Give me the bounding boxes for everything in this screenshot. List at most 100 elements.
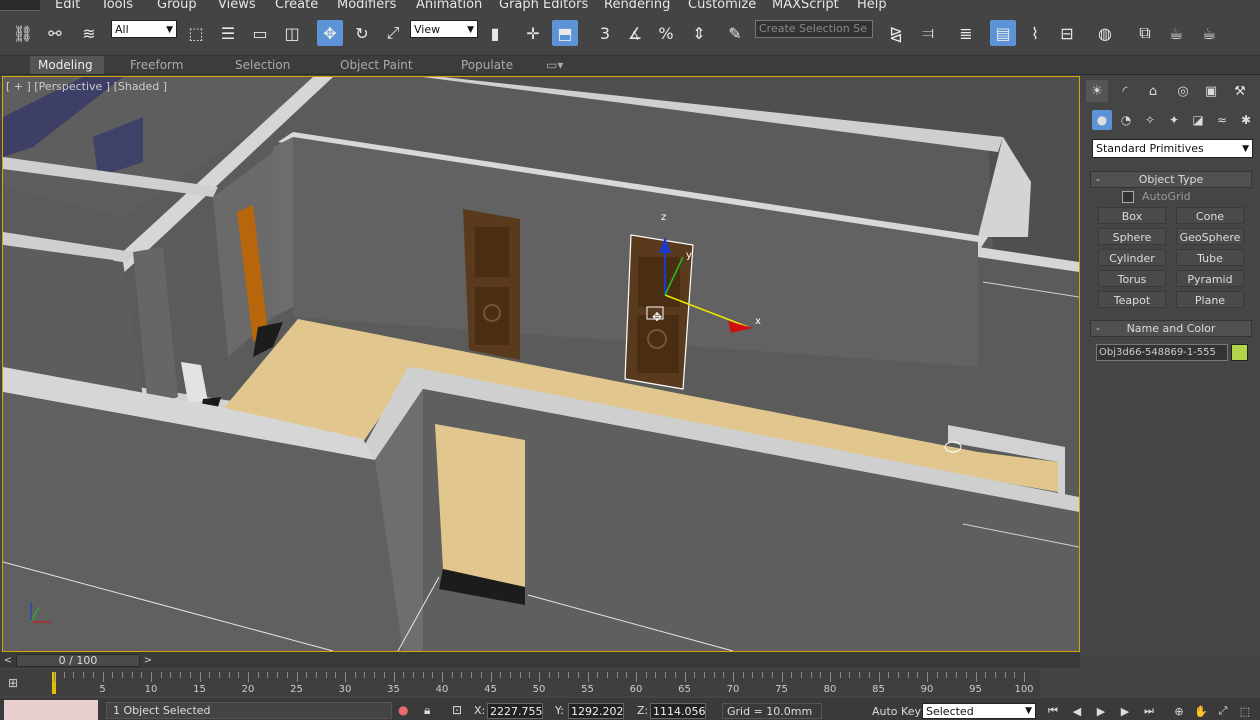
utilities-tab-icon[interactable]: ⚒ — [1229, 80, 1251, 102]
z-coordinate-field[interactable]: 1114.056m — [650, 703, 706, 719]
helpers-icon[interactable]: ◪ — [1188, 110, 1208, 130]
maxscript-listener[interactable] — [4, 700, 98, 720]
zoom-extents-icon[interactable]: ⤢ — [1214, 703, 1232, 719]
modify-tab-icon[interactable]: ◜ — [1114, 80, 1136, 102]
pan-icon[interactable]: ✋ — [1192, 703, 1210, 719]
snaps-toggle-icon[interactable]: 3 — [592, 20, 618, 46]
tab-object-paint[interactable]: Object Paint — [332, 56, 421, 74]
box-button[interactable]: Box — [1098, 207, 1166, 224]
object-name-field[interactable]: Obj3d66-548869-1-555 — [1096, 344, 1228, 361]
schematic-view-icon[interactable]: ⊟ — [1054, 20, 1080, 46]
auto-key-button[interactable]: Auto Key — [872, 705, 921, 718]
menu-animation[interactable]: Animation — [416, 0, 482, 12]
shapes-icon[interactable]: ◔ — [1116, 110, 1136, 130]
tab-freeform[interactable]: Freeform — [122, 56, 191, 74]
curve-editor-icon[interactable]: ⌇ — [1022, 20, 1048, 46]
geometry-icon[interactable]: ● — [1092, 110, 1112, 130]
mirror-icon[interactable]: ⧎ — [883, 20, 909, 46]
render-production-icon[interactable]: ☕ — [1196, 20, 1222, 46]
maximize-viewport-icon[interactable]: ⬚ — [1236, 703, 1254, 719]
x-coordinate-field[interactable]: 2227.755m — [487, 703, 543, 719]
keyboard-shortcut-override-icon[interactable]: ⬒ — [552, 20, 578, 46]
menu-customize[interactable]: Customize — [688, 0, 756, 12]
key-filter-dropdown[interactable]: Selected ▼ — [922, 703, 1036, 719]
play-icon[interactable]: ▶ — [1092, 703, 1110, 719]
render-setup-icon[interactable]: ⧉ — [1132, 20, 1158, 46]
menu-graph-editors[interactable]: Graph Editors — [499, 0, 588, 12]
spinner-snap-icon[interactable]: ⇕ — [686, 20, 712, 46]
select-and-manipulate-icon[interactable]: ✛ — [520, 20, 546, 46]
menu-tools[interactable]: Tools — [101, 0, 133, 12]
teapot-button[interactable]: Teapot — [1098, 291, 1166, 308]
menu-group[interactable]: Group — [157, 0, 197, 12]
hierarchy-tab-icon[interactable]: ⌂ — [1142, 80, 1164, 102]
object-color-swatch[interactable] — [1231, 344, 1248, 361]
motion-tab-icon[interactable]: ◎ — [1172, 80, 1194, 102]
cylinder-button[interactable]: Cylinder — [1098, 249, 1166, 266]
menu-rendering[interactable]: Rendering — [604, 0, 670, 12]
bind-space-warp-icon[interactable]: ≋ — [76, 20, 102, 46]
select-object-icon[interactable]: ⬚ — [183, 20, 209, 46]
create-tab-icon[interactable]: ☀ — [1086, 80, 1108, 102]
unlink-icon[interactable]: ⚯ — [42, 20, 68, 46]
display-tab-icon[interactable]: ▣ — [1200, 80, 1222, 102]
selection-lock-icon[interactable]: 🔒︎ — [424, 703, 430, 718]
absolute-mode-icon[interactable]: ⊡ — [452, 703, 462, 717]
select-and-rotate-icon[interactable]: ↻ — [349, 20, 375, 46]
time-slider-prev-button[interactable]: < — [2, 654, 14, 667]
y-coordinate-field[interactable]: 1292.202m — [568, 703, 624, 719]
pyramid-button[interactable]: Pyramid — [1176, 270, 1244, 287]
lights-icon[interactable]: ✧ — [1140, 110, 1160, 130]
viewport-label[interactable]: [ + ] [Perspective ] [Shaded ] — [6, 80, 167, 93]
named-selection-field[interactable]: Create Selection Se — [755, 20, 873, 38]
isolate-selection-icon[interactable]: ● — [398, 703, 408, 717]
reference-coordinate-dropdown[interactable]: View ▼ — [410, 20, 478, 38]
perspective-viewport[interactable]: ✥ — [2, 76, 1080, 652]
ribbon-options-icon[interactable]: ▭▾ — [538, 56, 571, 74]
tab-modeling[interactable]: Modeling — [30, 56, 104, 74]
rendered-frame-window-icon[interactable]: ☕ — [1163, 20, 1189, 46]
zoom-icon[interactable]: ⊕ — [1170, 703, 1188, 719]
layer-manager-icon[interactable]: ≣ — [953, 20, 979, 46]
torus-button[interactable]: Torus — [1098, 270, 1166, 287]
select-and-move-icon[interactable]: ✥ — [317, 20, 343, 46]
align-icon[interactable]: ⫤ — [915, 20, 941, 46]
cone-button[interactable]: Cone — [1176, 207, 1244, 224]
space-warps-icon[interactable]: ≈ — [1212, 110, 1232, 130]
category-dropdown[interactable]: Standard Primitives ▼ — [1092, 139, 1253, 158]
application-button[interactable] — [0, 0, 40, 11]
pivot-center-icon[interactable]: ▮ — [482, 20, 508, 46]
go-to-end-icon[interactable]: ⏭ — [1140, 703, 1158, 719]
menu-edit[interactable]: Edit — [55, 0, 80, 12]
edit-named-selection-icon[interactable]: ✎ — [722, 20, 748, 46]
name-and-color-rollout-header[interactable]: - Name and Color — [1090, 320, 1252, 337]
tube-button[interactable]: Tube — [1176, 249, 1244, 266]
menu-create[interactable]: Create — [275, 0, 318, 12]
previous-frame-icon[interactable]: ◀ — [1068, 703, 1086, 719]
selection-filter-dropdown[interactable]: All ▼ — [111, 20, 177, 38]
menu-help[interactable]: Help — [857, 0, 887, 12]
material-editor-icon[interactable]: ◍ — [1092, 20, 1118, 46]
tab-populate[interactable]: Populate — [453, 56, 521, 74]
menu-modifiers[interactable]: Modifiers — [337, 0, 396, 12]
plane-button[interactable]: Plane — [1176, 291, 1244, 308]
sphere-button[interactable]: Sphere — [1098, 228, 1166, 245]
menu-views[interactable]: Views — [218, 0, 256, 12]
angle-snap-icon[interactable]: ∡ — [622, 20, 648, 46]
systems-icon[interactable]: ✱ — [1236, 110, 1256, 130]
geosphere-button[interactable]: GeoSphere — [1176, 228, 1244, 245]
select-and-link-icon[interactable]: ⛓ — [10, 20, 36, 46]
open-mini-curve-editor-icon[interactable]: ⊞ — [8, 676, 34, 694]
time-slider-next-button[interactable]: > — [142, 654, 154, 667]
next-frame-icon[interactable]: ▶ — [1116, 703, 1134, 719]
select-by-name-icon[interactable]: ☰ — [215, 20, 241, 46]
window-crossing-icon[interactable]: ◫ — [279, 20, 305, 46]
autogrid-checkbox[interactable]: AutoGrid — [1122, 190, 1191, 203]
select-and-scale-icon[interactable]: ⤢ — [380, 20, 406, 46]
menu-maxscript[interactable]: MAXScript — [772, 0, 839, 12]
rectangular-selection-icon[interactable]: ▭ — [247, 20, 273, 46]
graphite-modeling-tools-icon[interactable]: ▤ — [990, 20, 1016, 46]
tab-selection[interactable]: Selection — [227, 56, 298, 74]
percent-snap-icon[interactable]: % — [653, 20, 679, 46]
time-slider-thumb[interactable]: 0 / 100 — [16, 654, 140, 667]
